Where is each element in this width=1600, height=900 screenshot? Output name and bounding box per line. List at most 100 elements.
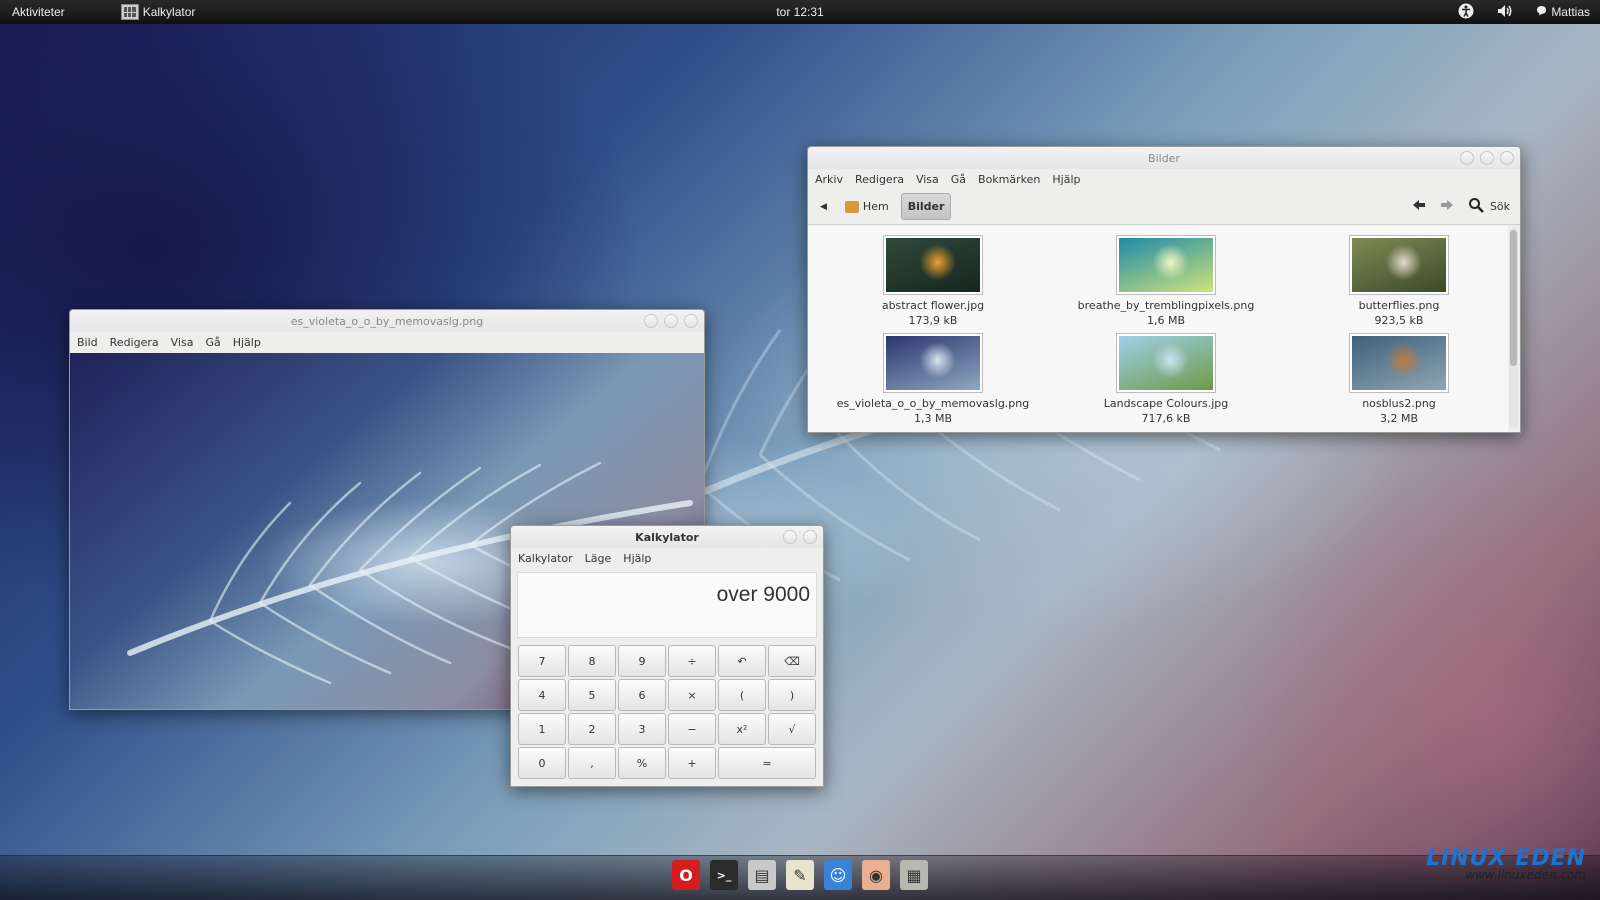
terminal-icon[interactable]: >_: [710, 860, 738, 890]
digit-4-key[interactable]: 4: [518, 679, 566, 711]
maximize-button[interactable]: [664, 314, 678, 328]
subtract-key[interactable]: −: [668, 713, 716, 745]
menu-visa[interactable]: Visa: [171, 336, 194, 349]
menu-lage[interactable]: Läge: [585, 552, 612, 565]
app-menu[interactable]: Kalkylator: [120, 4, 195, 20]
minimize-button[interactable]: [783, 530, 797, 544]
close-paren-key[interactable]: ): [768, 679, 816, 711]
scrollbar-thumb[interactable]: [1510, 230, 1517, 366]
digit-0-key[interactable]: 0: [518, 747, 566, 779]
breadcrumb-home[interactable]: Hem: [839, 196, 895, 217]
minimize-button[interactable]: [1460, 151, 1474, 165]
digit-2-key[interactable]: 2: [568, 713, 616, 745]
calc-titlebar[interactable]: Kalkylator: [511, 526, 823, 548]
menu-bokmarken[interactable]: Bokmärken: [978, 173, 1040, 186]
menu-redigera[interactable]: Redigera: [855, 173, 904, 186]
file-thumbnail: [1350, 334, 1448, 392]
viewer-title: es_violeta_o_o_by_memovaslg.png: [290, 314, 484, 328]
menu-hjalp[interactable]: Hjälp: [233, 336, 261, 349]
digit-8-key[interactable]: 8: [568, 645, 616, 677]
back-arrow-icon[interactable]: [1412, 199, 1426, 214]
close-button[interactable]: [1500, 151, 1514, 165]
calc-display[interactable]: over 9000: [517, 572, 817, 638]
menu-ga[interactable]: Gå: [951, 173, 966, 186]
home-folder-icon: [844, 200, 859, 213]
search-label: Sök: [1489, 200, 1510, 213]
digit-3-key[interactable]: 3: [618, 713, 666, 745]
file-thumbnail: [1117, 334, 1215, 392]
open-paren-key[interactable]: (: [718, 679, 766, 711]
menu-visa[interactable]: Visa: [916, 173, 939, 186]
percent-key[interactable]: %: [618, 747, 666, 779]
search-icon: [1468, 197, 1484, 216]
watermark: LINUX EDEN www.linuxeden.com: [1426, 846, 1586, 882]
image-viewer-icon[interactable]: ◉: [862, 860, 890, 890]
minimize-button[interactable]: [644, 314, 658, 328]
file-item[interactable]: breathe_by_tremblingpixels.png 1,6 MB: [1056, 236, 1276, 327]
fm-titlebar[interactable]: Bilder: [808, 147, 1520, 169]
sqrt-key[interactable]: √: [768, 713, 816, 745]
breadcrumb-home-label: Hem: [862, 200, 889, 213]
activities-button[interactable]: Aktiviteter: [0, 5, 77, 19]
square-key[interactable]: x²: [718, 713, 766, 745]
calc-title: Kalkylator: [635, 530, 699, 544]
volume-icon[interactable]: [1496, 3, 1514, 22]
calculator-app-icon: [120, 4, 139, 20]
close-button[interactable]: [803, 530, 817, 544]
close-button[interactable]: [684, 314, 698, 328]
viewer-titlebar[interactable]: es_violeta_o_o_by_memovaslg.png: [70, 310, 704, 332]
user-menu[interactable]: Mattias: [1536, 5, 1590, 19]
user-name: Mattias: [1551, 5, 1590, 19]
opera-icon[interactable]: O: [672, 860, 700, 890]
menu-redigera[interactable]: Redigera: [110, 336, 159, 349]
search-button[interactable]: Sök: [1468, 197, 1510, 216]
file-item[interactable]: Landscape Colours.jpg 717,6 kB: [1056, 334, 1276, 425]
messenger-icon[interactable]: ☺: [824, 860, 852, 890]
digit-6-key[interactable]: 6: [618, 679, 666, 711]
add-key[interactable]: +: [668, 747, 716, 779]
file-item[interactable]: butterflies.png 923,5 kB: [1289, 236, 1509, 327]
calculator-icon[interactable]: ▦: [900, 860, 928, 890]
top-panel: Aktiviteter Kalkylator tor 12:31 Mattias: [0, 0, 1600, 24]
menu-bild[interactable]: Bild: [77, 336, 98, 349]
digit-5-key[interactable]: 5: [568, 679, 616, 711]
file-manager-icon[interactable]: ▤: [748, 860, 776, 890]
file-thumbnail: [1117, 236, 1215, 294]
file-item[interactable]: es_violeta_o_o_by_memovaslg.png 1,3 MB: [823, 334, 1043, 425]
clock[interactable]: tor 12:31: [0, 5, 1600, 19]
backspace-key[interactable]: ⌫: [768, 645, 816, 677]
file-name: nosblus2.png: [1362, 397, 1436, 410]
divide-key[interactable]: ÷: [668, 645, 716, 677]
undo-key[interactable]: ↶: [718, 645, 766, 677]
fm-toolbar: ◀ Hem Bilder Sök: [808, 189, 1520, 225]
menu-hjalp[interactable]: Hjälp: [1052, 173, 1080, 186]
chat-bubble-icon: [1536, 5, 1547, 19]
file-item[interactable]: abstract flower.jpg 173,9 kB: [823, 236, 1043, 327]
text-editor-icon[interactable]: ✎: [786, 860, 814, 890]
file-size: 173,9 kB: [908, 314, 958, 327]
menu-hjalp[interactable]: Hjälp: [623, 552, 651, 565]
calc-keypad: 7 8 9 ÷ ↶ ⌫ 4 5 6 ×() 1 2 3− x² √ 0,% + =: [518, 645, 816, 779]
menu-arkiv[interactable]: Arkiv: [815, 173, 843, 186]
file-size: 923,5 kB: [1374, 314, 1424, 327]
maximize-button[interactable]: [1480, 151, 1494, 165]
decimal-key[interactable]: ,: [568, 747, 616, 779]
menu-ga[interactable]: Gå: [205, 336, 220, 349]
accessibility-icon[interactable]: [1458, 3, 1474, 22]
breadcrumb-current[interactable]: Bilder: [900, 193, 952, 220]
file-grid: abstract flower.jpg 173,9 kB breathe_by_tr…: [808, 226, 1508, 432]
file-thumbnail: [1350, 236, 1448, 294]
breadcrumb-left-arrow-icon[interactable]: ◀: [814, 202, 833, 212]
vertical-scrollbar[interactable]: [1509, 228, 1518, 428]
digit-1-key[interactable]: 1: [518, 713, 566, 745]
equals-key[interactable]: =: [718, 747, 816, 779]
file-item[interactable]: nosblus2.png 3,2 MB: [1289, 334, 1509, 425]
digit-9-key[interactable]: 9: [618, 645, 666, 677]
menu-kalkylator[interactable]: Kalkylator: [518, 552, 573, 565]
file-name: Landscape Colours.jpg: [1103, 397, 1229, 410]
digit-7-key[interactable]: 7: [518, 645, 566, 677]
fm-menubar: Arkiv Redigera Visa Gå Bokmärken Hjälp: [808, 169, 1520, 189]
multiply-key[interactable]: ×: [668, 679, 716, 711]
file-size: 3,2 MB: [1379, 412, 1419, 425]
forward-arrow-icon[interactable]: [1440, 199, 1454, 214]
